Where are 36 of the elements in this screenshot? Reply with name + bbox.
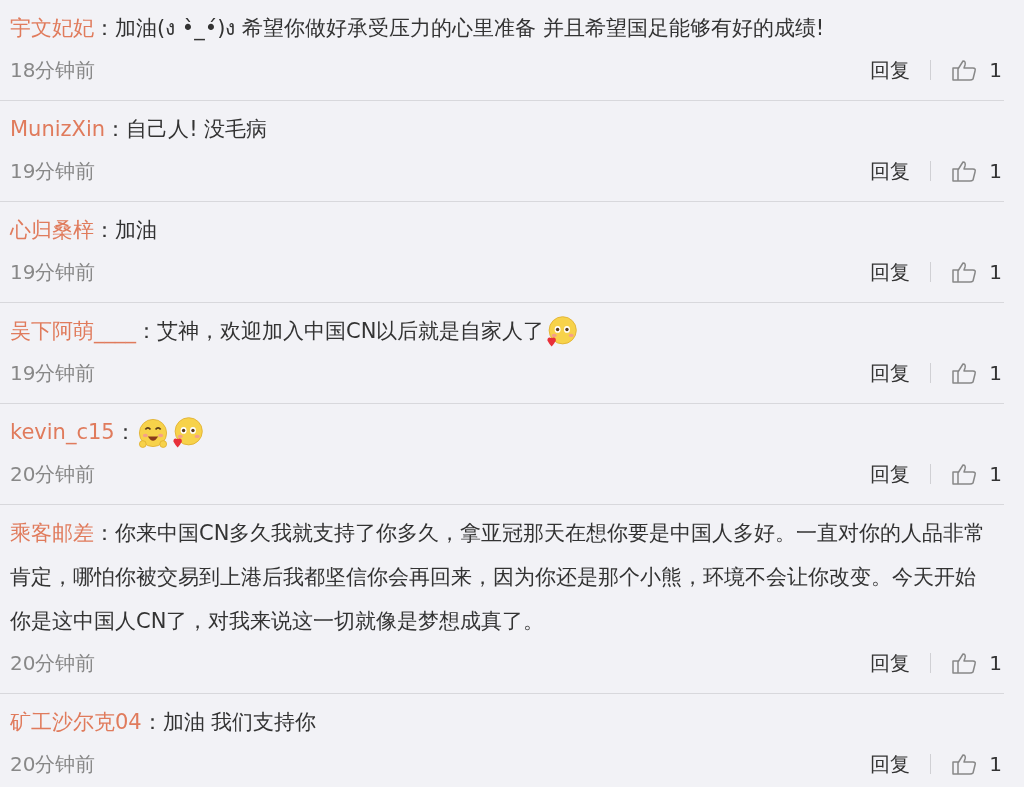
like-button[interactable]: 1 [951,260,1002,284]
reply-link[interactable]: 回复 [870,359,911,387]
comment-text: 矿工沙尔克04：加油 我们支持你 [10,709,318,736]
blushing-emoji-icon [544,315,579,349]
reply-link[interactable]: 回复 [870,157,911,185]
timestamp: 20分钟前 [10,460,96,488]
timestamp: 20分钟前 [10,649,96,677]
timestamp: 20分钟前 [10,750,96,778]
like-button[interactable]: 1 [951,651,1002,675]
timestamp: 19分钟前 [10,258,96,286]
comment-text: 宇文妃妃：加油(ง •̀_•́)ง 希望你做好承受压力的心里准备 并且希望国足能够有好的成绩! [10,15,826,43]
thumbs-up-icon [951,260,978,284]
like-button[interactable]: 1 [951,159,1002,183]
thumbs-up-icon [951,462,978,486]
like-button[interactable]: 1 [951,752,1002,776]
like-button[interactable]: 1 [951,462,1002,486]
thumbs-up-icon [951,651,978,675]
thumbs-up-icon [951,752,978,776]
comment-text: 心归桑梓：加油 [10,217,158,244]
reply-link[interactable]: 回复 [870,258,911,286]
comment-text: ：艾神，欢迎加入中国CN以后就是自家人了 [136,319,545,343]
reply-link[interactable]: 回复 [870,56,911,84]
reply-link[interactable]: 回复 [870,460,911,488]
like-button[interactable]: 1 [951,361,1002,385]
comment-text: ： [114,420,136,444]
reply-link[interactable]: 回复 [870,649,911,677]
reply-link[interactable]: 回复 [870,750,911,778]
timestamp: 19分钟前 [10,157,96,185]
thumbs-up-icon [951,58,978,82]
timestamp: 18分钟前 [10,56,96,84]
thumbs-up-icon [951,361,978,385]
comment-text: MunizXin：自己人! 没毛病 [10,116,269,143]
thumbs-up-icon [951,159,978,183]
like-button[interactable]: 1 [951,58,1002,82]
timestamp: 19分钟前 [10,359,96,387]
comment-text: 乘客邮差：你来中国CN多久我就支持了你多久，拿亚冠那天在想你要是中国人多好。一直对你的人品非常肯定，哪怕你被交易到上港后我都坚信你会再回来，因为你还是那个小熊，环境不会让你改变。今天开始你是这中国人CN了，对我来说这一切就像是梦想成真了。 [10,520,987,635]
